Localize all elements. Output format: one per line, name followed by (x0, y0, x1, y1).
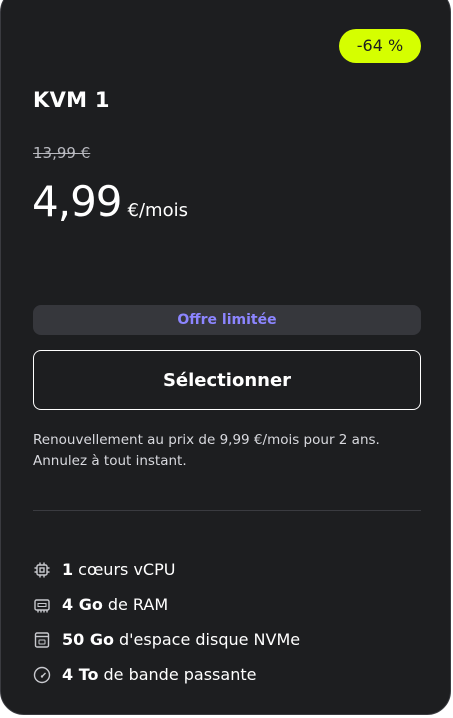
price-row: 4,99 €/mois (32, 177, 188, 233)
original-price: 13,99 € (33, 144, 91, 162)
plan-name: KVM 1 (33, 88, 110, 112)
current-price: 4,99 (32, 177, 123, 226)
feature-item-bandwidth: 4 To de bande passante (33, 657, 300, 692)
gauge-icon (33, 666, 51, 684)
discount-badge: -64 % (339, 29, 421, 63)
renewal-note: Renouvellement au prix de 9,99 €/mois po… (33, 430, 433, 472)
cpu-icon (33, 561, 51, 579)
feature-value: 4 To (62, 665, 99, 684)
feature-value: 50 Go (62, 630, 114, 649)
ram-icon (33, 596, 51, 614)
feature-list: 1 cœurs vCPU 4 Go de RAM 50 Go d'espace … (33, 552, 300, 692)
select-button[interactable]: Sélectionner (33, 350, 421, 410)
feature-label: cœurs vCPU (78, 560, 176, 579)
feature-label: de RAM (107, 595, 169, 614)
feature-label: de bande passante (103, 665, 257, 684)
feature-label: d'espace disque NVMe (118, 630, 301, 649)
feature-value: 1 (62, 560, 74, 579)
pricing-card: -64 % KVM 1 13,99 € 4,99 €/mois Offre li… (0, 0, 451, 715)
feature-item-cpu: 1 cœurs vCPU (33, 552, 300, 587)
renewal-note-line: Annulez à tout instant. (33, 453, 187, 469)
limited-offer-banner: Offre limitée (33, 305, 421, 335)
renewal-note-line: Renouvellement au prix de 9,99 €/mois po… (33, 432, 380, 448)
divider (33, 510, 421, 511)
price-period: €/mois (127, 200, 188, 221)
feature-item-disk: 50 Go d'espace disque NVMe (33, 622, 300, 657)
feature-value: 4 Go (62, 595, 103, 614)
disk-icon (33, 631, 51, 649)
feature-item-ram: 4 Go de RAM (33, 587, 300, 622)
